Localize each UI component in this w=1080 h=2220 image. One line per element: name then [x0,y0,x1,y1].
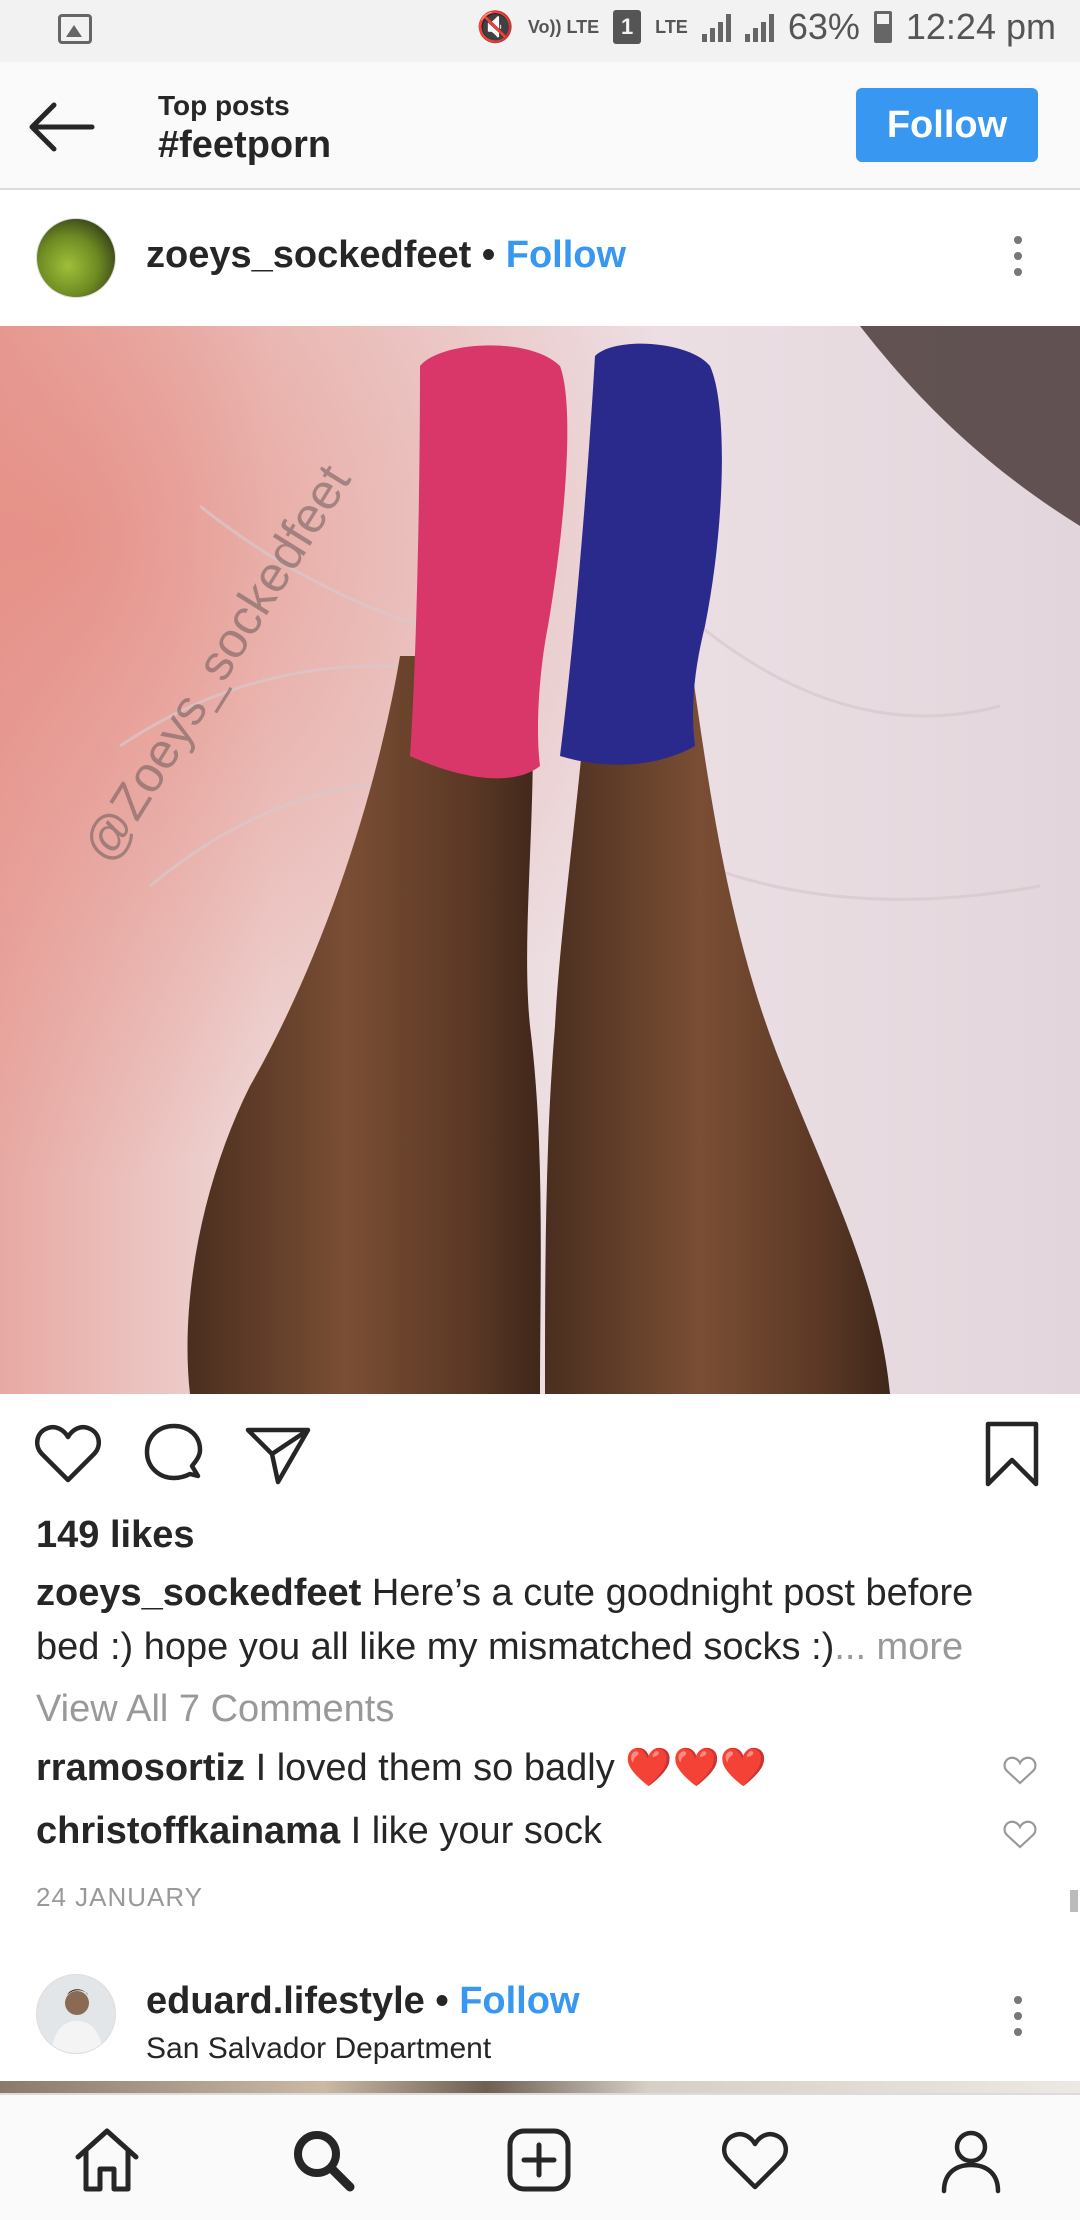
sim-indicator: 1 [613,10,642,44]
follow-hashtag-button[interactable]: Follow [856,88,1038,162]
view-all-comments-link[interactable]: View All 7 Comments [36,1688,394,1731]
comment-text: I loved them so badly ❤️❤️❤️ [255,1747,768,1789]
volte-indicator: Vo)) LTE [527,17,600,37]
more-options-icon[interactable] [1008,236,1028,282]
top-bar: Top posts #feetporn Follow [0,62,1080,190]
avatar[interactable] [36,218,116,298]
avatar-photo [37,1975,115,2053]
page-subtitle: Top posts [158,90,290,121]
scrollbar-thumb[interactable] [1070,1890,1078,1912]
comment-row: christoffkainama I like your sock [36,1810,976,1853]
next-post-image-peek[interactable] [0,2081,1080,2093]
comment-like-heart-icon[interactable] [1003,1756,1037,1786]
battery-percent: 63% [787,6,860,47]
avatar[interactable] [36,1974,116,2054]
post-date: 24 JANUARY [36,1882,204,1912]
more-options-icon[interactable] [1008,1996,1028,2042]
gallery-notification-icon [58,14,92,44]
username-link[interactable]: zoeys_sockedfeet [146,234,471,276]
comment-username[interactable]: christoffkainama [36,1810,340,1852]
comment-row: rramosortiz I loved them so badly ❤️❤️❤️ [36,1746,976,1790]
post-image[interactable]: @Zoeys_sockedfeet [0,326,1080,1394]
follow-user-button[interactable]: Follow [459,1980,579,2022]
clock: 12:24 pm [905,6,1056,47]
status-bar: 🔇 Vo)) LTE 1 LTE 63% 12:24 pm [0,0,1080,62]
comment-like-heart-icon[interactable] [1003,1820,1037,1850]
caption-more-link[interactable]: ... more [834,1626,963,1668]
home-icon[interactable] [72,2125,142,2195]
status-icons: 🔇 Vo)) LTE 1 LTE 63% 12:24 pm [476,6,1056,48]
heart-icon[interactable] [34,1420,102,1488]
post-location[interactable]: San Salvador Department [146,2032,491,2066]
bookmark-icon[interactable] [978,1420,1046,1488]
activity-heart-icon[interactable] [720,2125,790,2195]
comment-username[interactable]: rramosortiz [36,1747,245,1789]
next-post-header: eduard.lifestyle • Follow San Salvador D… [0,1960,1080,2080]
follow-user-button[interactable]: Follow [506,234,626,276]
likes-count[interactable]: 149 likes [36,1514,194,1557]
profile-icon[interactable] [936,2125,1006,2195]
add-square-icon[interactable] [504,2125,574,2195]
post-actions [0,1394,1080,1514]
search-icon[interactable] [288,2125,358,2195]
arrow-left-icon[interactable] [28,100,96,154]
post-header: zoeys_sockedfeet • Follow [0,190,1080,326]
post-author: zoeys_sockedfeet • Follow [146,234,626,277]
mute-icon: 🔇 [476,10,514,44]
bottom-navigation [0,2093,1080,2220]
separator: • [481,234,496,276]
separator: • [435,1980,449,2022]
paper-plane-icon[interactable] [244,1420,312,1488]
post-author: eduard.lifestyle • Follow [146,1980,580,2023]
comment-bubble-icon[interactable] [140,1420,208,1488]
post-caption: zoeys_sockedfeet Here’s a cute goodnight… [36,1566,1036,1674]
username-link[interactable]: eduard.lifestyle [146,1980,425,2022]
page-title: #feetporn [158,124,332,166]
caption-username[interactable]: zoeys_sockedfeet [36,1572,361,1614]
network-type: LTE [655,17,688,37]
signal-icon [701,12,731,42]
battery-icon [873,11,892,43]
post-photo: @Zoeys_sockedfeet [0,326,1080,1394]
signal-icon-2 [744,12,774,42]
comment-text: I like your sock [350,1810,602,1852]
